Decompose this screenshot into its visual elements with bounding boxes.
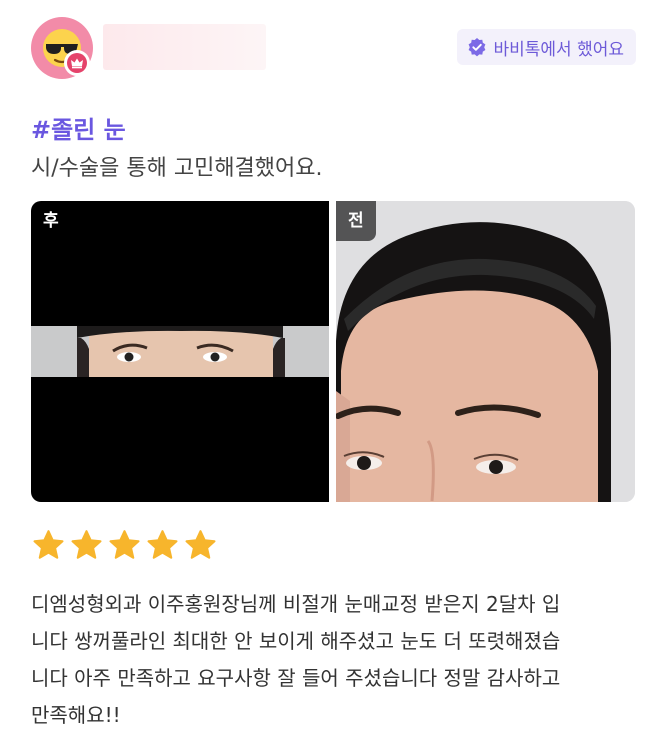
rating-stars xyxy=(31,528,218,563)
star-icon xyxy=(185,530,216,559)
review-header: 바비톡에서 했어요 xyxy=(31,17,636,79)
after-photo-image xyxy=(31,326,329,377)
star-icon xyxy=(33,530,64,559)
username-redacted xyxy=(103,24,266,70)
review-hashtag[interactable]: #졸린 눈 xyxy=(31,110,126,145)
after-label: 후 xyxy=(43,211,59,231)
review-text: 디엠성형외과 이주홍원장님께 비절개 눈매교정 받은지 2달차 입 니다 쌍꺼풀… xyxy=(31,592,561,727)
crown-badge xyxy=(64,50,90,76)
before-photo[interactable]: 전 xyxy=(336,201,635,502)
before-photo-image xyxy=(336,201,635,502)
review-subtitle: 시/수술을 통해 고민해결했어요. xyxy=(31,156,323,181)
before-label: 전 xyxy=(336,201,376,241)
star-icon xyxy=(109,530,140,559)
star-icon xyxy=(71,530,102,559)
verified-badge-label: 바비톡에서 했어요 xyxy=(493,39,624,60)
after-photo[interactable]: 후 xyxy=(31,201,329,502)
avatar[interactable] xyxy=(31,17,93,79)
verified-check-icon xyxy=(469,38,486,57)
crown-icon xyxy=(71,58,83,69)
star-icon xyxy=(147,530,178,559)
verified-badge: 바비톡에서 했어요 xyxy=(457,29,636,65)
